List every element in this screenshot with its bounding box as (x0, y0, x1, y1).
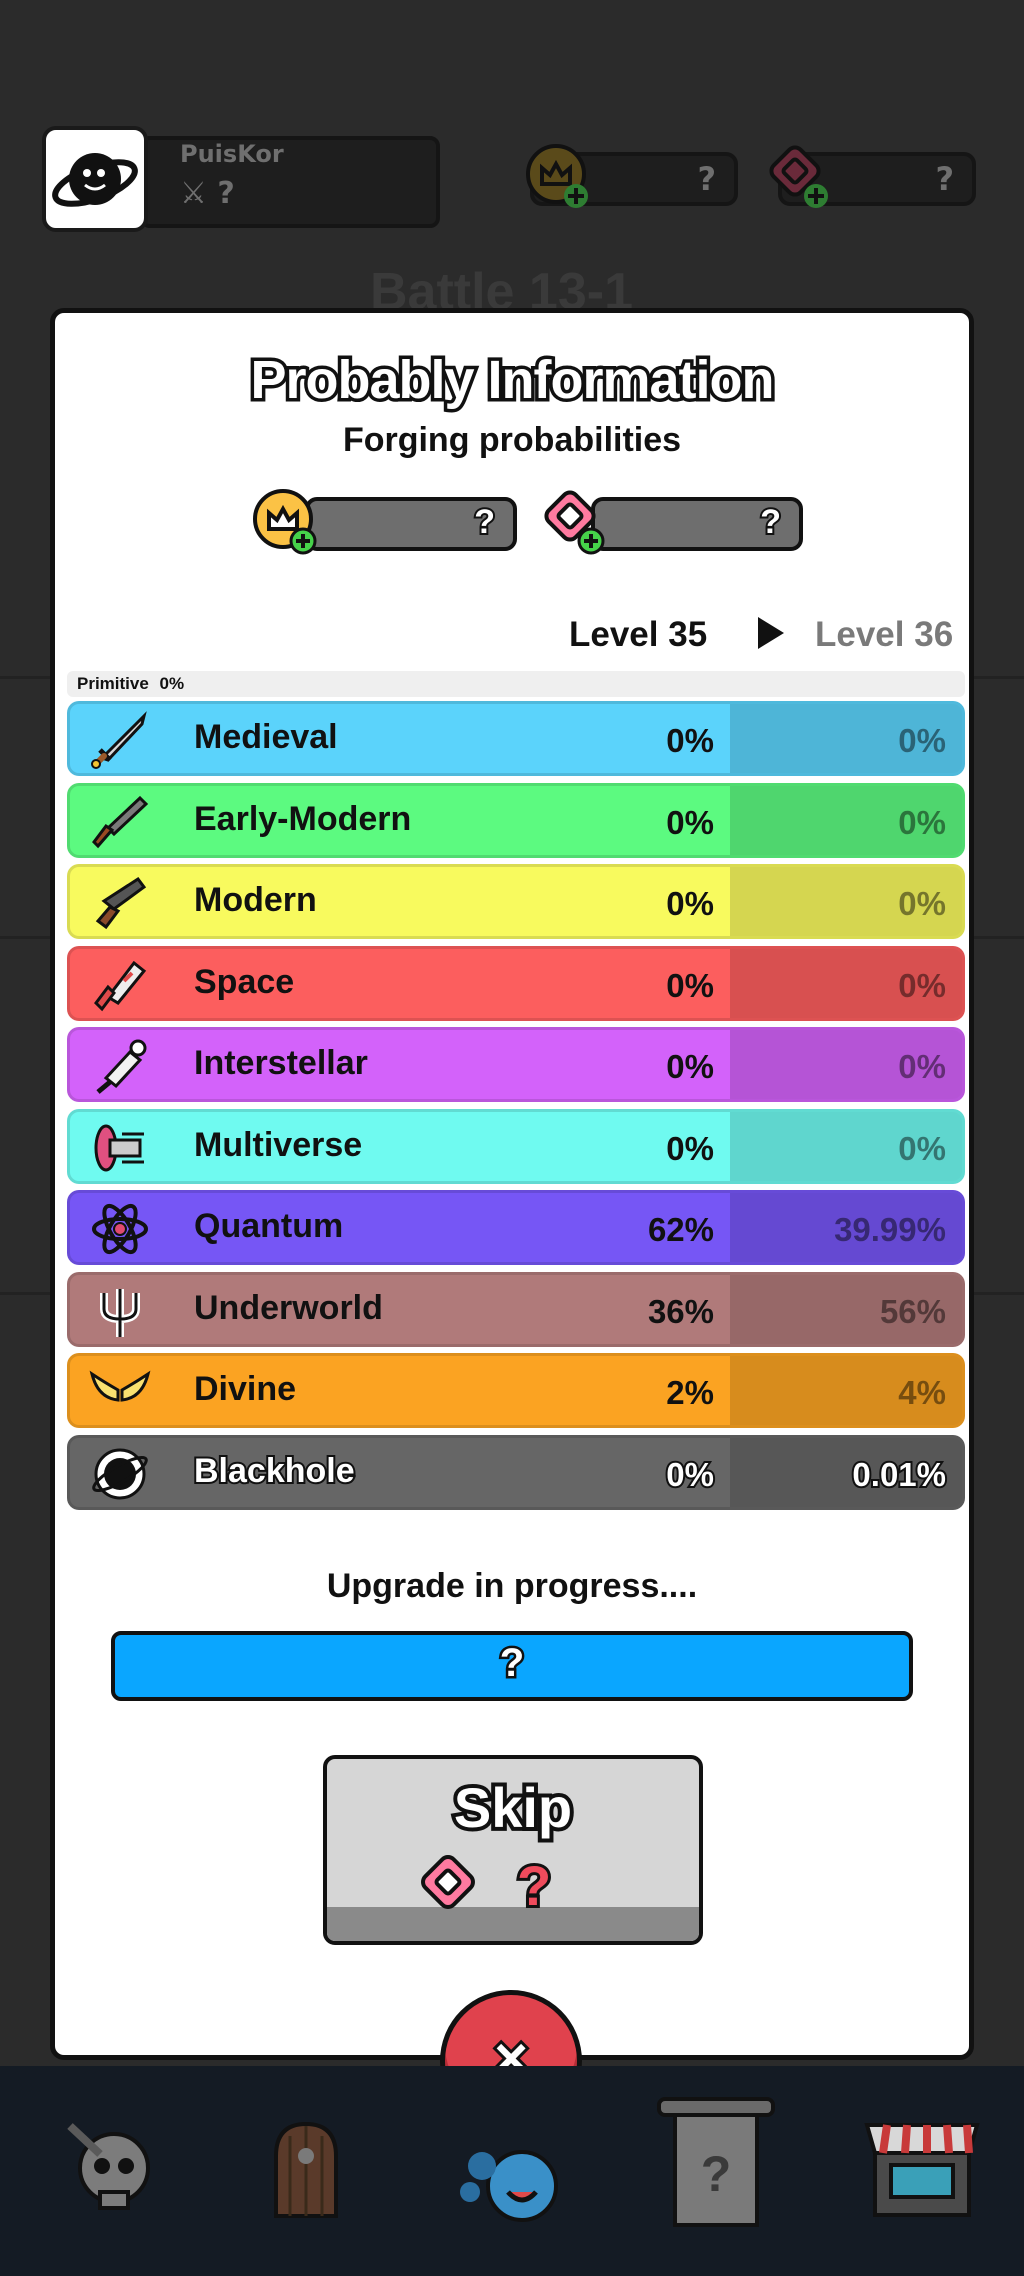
tier-row: Underworld 36% 56% (67, 1271, 965, 1347)
modal-title: Probably Information (247, 347, 778, 414)
tier-row: Space 0% 0% (67, 945, 965, 1021)
primitive-value: 0% (159, 674, 185, 693)
crown-cost-value: ? (472, 501, 497, 543)
musket-icon (92, 795, 149, 848)
tier-next-percent: 39.99% (834, 1211, 946, 1248)
primitive-row: Primitive 0% (67, 671, 965, 697)
crown-coin-icon (253, 489, 317, 555)
skip-button[interactable]: Skip ? (323, 1755, 703, 1945)
level-current: Level 35 (569, 615, 708, 654)
planet-icon (52, 153, 138, 207)
tier-current-percent: 0% (666, 803, 714, 841)
player-power-value: ? (217, 176, 235, 211)
skip-label: Skip (450, 1772, 576, 1843)
primitive-label: Primitive (77, 674, 149, 693)
shop-icon (864, 2123, 980, 2217)
tier-current-percent: 0% (666, 1129, 714, 1167)
avatar[interactable] (42, 126, 148, 232)
atom-icon (92, 1203, 148, 1255)
skip-button-shadow (327, 1907, 699, 1941)
tier-row: Early-Modern 0% 0% (67, 782, 965, 858)
tier-current-percent: 0% (666, 885, 714, 922)
tier-next-percent: 0% (898, 722, 946, 759)
tier-name: Blackhole (192, 1450, 357, 1492)
tier-next-percent: 0% (898, 1129, 946, 1167)
tier-row: Divine 2% 4% (67, 1353, 965, 1428)
upgrade-progress-value: ? (497, 1639, 526, 1688)
nav-item-dungeon[interactable] (226, 2086, 386, 2246)
scroll-icon: ? (657, 2097, 775, 2227)
tier-name: Space (194, 962, 295, 1001)
gem-icon (544, 490, 605, 555)
trident-icon (100, 1288, 140, 1337)
nav-item-quest[interactable]: ? (636, 2086, 796, 2246)
tier-next-percent: 0.01% (850, 1454, 948, 1495)
tier-next-percent: 0% (898, 966, 946, 1004)
probability-modal: Probably Information Forging probabiliti… (50, 308, 974, 2060)
pistol-icon (95, 876, 147, 930)
blaster-icon (94, 960, 147, 1011)
gem-resource-value: ? (935, 160, 954, 198)
tier-next-percent: 0% (898, 885, 946, 922)
raygun-icon (96, 1039, 147, 1094)
tier-current-percent: 62% (647, 1211, 714, 1248)
crown-cost-pill: ? (305, 497, 517, 551)
tier-current-percent: 0% (666, 966, 714, 1004)
gem-icon (421, 1855, 475, 1909)
tier-name: Interstellar (194, 1044, 368, 1082)
player-power: ⚔ ? (180, 176, 235, 211)
tier-next-percent: 0% (898, 1048, 946, 1085)
upgrade-progress-bar: ? (111, 1631, 913, 1701)
tier-name: Underworld (194, 1288, 383, 1327)
forge-icon (460, 2150, 558, 2222)
tier-row: Interstellar 0% 0% (67, 1027, 965, 1102)
tier-name: Medieval (194, 718, 338, 756)
portal-gun-icon (94, 1124, 144, 1171)
tier-row: Modern 0% 0% (67, 864, 965, 939)
blackhole-icon (92, 1448, 148, 1499)
play-arrow-icon (758, 617, 784, 649)
level-next: Level 36 (815, 615, 954, 654)
tier-name: Multiverse (194, 1125, 363, 1164)
svg-text:?: ? (701, 2146, 732, 2202)
tier-name: Quantum (194, 1207, 344, 1245)
gem-cost-pill: ? (591, 497, 803, 551)
nav-item-battle[interactable] (30, 2086, 190, 2246)
tier-row: Quantum 62% 39.99% (67, 1190, 965, 1265)
tier-list: Medieval 0% 0% Early-Modern 0% 0% Modern… (67, 701, 965, 1516)
tier-current-percent: 0% (666, 1048, 714, 1085)
gem-cost-value: ? (758, 501, 783, 543)
player-name: PuisKor (180, 140, 284, 168)
tier-name: Divine (194, 1370, 297, 1408)
tier-row: Multiverse 0% 0% (67, 1108, 965, 1184)
skull-icon (67, 2123, 150, 2210)
bottom-nav: ? (0, 2066, 1024, 2276)
crown-coin-icon (526, 144, 588, 208)
upgrade-label: Upgrade in progress.... (326, 1567, 698, 1605)
tier-row: Medieval 0% 0% (67, 701, 965, 776)
dungeon-door-icon (274, 2121, 338, 2218)
tier-name: Modern (194, 881, 317, 919)
skip-cost: ? (514, 1851, 554, 1920)
gem-icon (769, 145, 828, 208)
modal-subtitle: Forging probabilities (342, 421, 682, 459)
nav-item-forge[interactable] (432, 2086, 592, 2246)
tier-current-percent: 2% (666, 1374, 714, 1411)
tier-current-percent: 0% (666, 722, 714, 759)
swords-icon: ⚔ (180, 176, 207, 211)
tier-row: Blackhole 0% 0.01% (67, 1434, 965, 1510)
nav-item-shop[interactable] (842, 2086, 1002, 2246)
tier-current-percent: 36% (647, 1292, 714, 1330)
sword-icon (91, 711, 147, 769)
tier-next-percent: 56% (879, 1292, 946, 1330)
tier-current-percent: 0% (664, 1454, 716, 1495)
wings-icon (89, 1370, 151, 1402)
crown-resource-value: ? (697, 160, 716, 198)
tier-name: Early-Modern (194, 799, 412, 838)
tier-next-percent: 4% (898, 1374, 946, 1411)
tier-next-percent: 0% (898, 803, 946, 841)
